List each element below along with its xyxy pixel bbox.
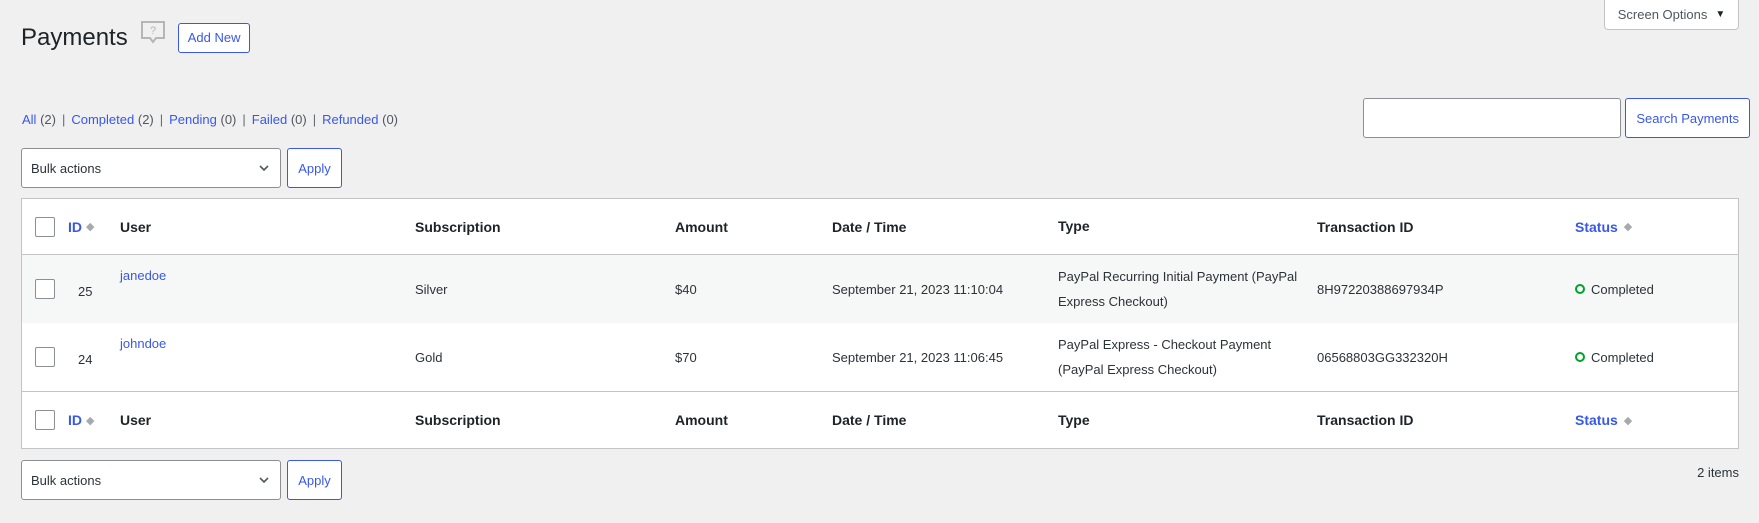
column-date: Date / Time (832, 218, 907, 235)
add-new-button[interactable]: Add New (177, 23, 251, 53)
screen-options-button[interactable]: Screen Options ▼ (1604, 0, 1739, 30)
filter-count: (0) (290, 112, 307, 127)
svg-text:?: ? (150, 25, 156, 37)
amount: $70 (675, 349, 697, 365)
column-status-sort[interactable]: Status ◆ (1575, 219, 1632, 235)
tablenav-top: Bulk actions Apply (21, 148, 342, 188)
filter-pending-link[interactable]: Pending (169, 112, 217, 127)
column-id: ID (68, 218, 82, 235)
column-status-sort[interactable]: Status ◆ (1575, 412, 1632, 428)
table-footer: ID ◆ User Subscription Amount Date / Time… (22, 391, 1738, 448)
filter-completed[interactable]: Completed (2) (71, 112, 153, 127)
transaction-id: 8H97220388697934P (1317, 281, 1444, 297)
bulk-actions-select[interactable]: Bulk actions (21, 148, 281, 188)
column-type: Type (1058, 218, 1090, 234)
apply-button[interactable]: Apply (287, 148, 342, 188)
filter-pending[interactable]: Pending (0) (169, 112, 236, 127)
filter-refunded[interactable]: Refunded (0) (322, 112, 398, 127)
column-date: Date / Time (832, 412, 907, 428)
filter-failed-link[interactable]: Failed (252, 112, 287, 127)
date-time: September 21, 2023 11:06:45 (832, 349, 1004, 365)
sort-icon: ◆ (1623, 414, 1633, 427)
separator: | (159, 112, 164, 127)
items-count: 2 items (1697, 465, 1739, 480)
bulk-actions-select[interactable]: Bulk actions (21, 460, 281, 500)
user-link[interactable]: johndoe (120, 336, 166, 351)
screen-options-label: Screen Options (1617, 7, 1708, 22)
status-badge: Completed (1575, 350, 1654, 365)
sort-icon: ◆ (1623, 221, 1633, 233)
status-filter-links: All (2) | Completed (2) | Pending (0) | … (22, 112, 398, 127)
search-box: Search Payments (1363, 98, 1750, 138)
separator: | (312, 112, 317, 127)
column-id: ID (68, 412, 82, 428)
search-payments-button[interactable]: Search Payments (1625, 98, 1750, 138)
table-header: ID ◆ User Subscription Amount Date / Time… (22, 199, 1738, 255)
filter-refunded-link[interactable]: Refunded (322, 112, 378, 127)
column-amount: Amount (675, 218, 728, 235)
column-id-sort[interactable]: ID ◆ (68, 219, 94, 235)
column-status: Status (1575, 218, 1618, 235)
payment-id: 25 (78, 283, 93, 299)
user-link[interactable]: janedoe (120, 268, 166, 283)
row-checkbox[interactable] (35, 347, 55, 367)
status-completed-icon (1575, 352, 1585, 362)
subscription: Silver (415, 281, 448, 297)
filter-completed-link[interactable]: Completed (71, 112, 134, 127)
filter-count: (2) (137, 112, 154, 127)
column-transaction-id: Transaction ID (1317, 218, 1414, 235)
sort-icon: ◆ (86, 221, 95, 233)
help-bubble-icon[interactable]: ? (140, 20, 166, 46)
separator: | (61, 112, 66, 127)
transaction-id: 06568803GG332320H (1317, 349, 1448, 365)
status-completed-icon (1575, 284, 1585, 294)
page-header: Payments ? Add New (21, 20, 251, 54)
column-amount: Amount (675, 412, 728, 428)
select-all-checkbox[interactable] (35, 410, 55, 430)
filter-all[interactable]: All (2) (22, 112, 56, 127)
amount: $40 (675, 281, 697, 297)
filter-count: (0) (220, 112, 237, 127)
filter-all-link[interactable]: All (22, 112, 36, 127)
payment-type: PayPal Express - Checkout Payment (PayPa… (1058, 337, 1272, 377)
search-input[interactable] (1363, 98, 1622, 138)
apply-button[interactable]: Apply (287, 460, 342, 500)
separator: | (242, 112, 246, 127)
date-time: September 21, 2023 11:10:04 (832, 281, 1004, 297)
payment-type: PayPal Recurring Initial Payment (PayPal… (1058, 269, 1298, 309)
status-text: Completed (1591, 281, 1654, 297)
column-status: Status (1575, 412, 1618, 428)
payment-id: 24 (78, 351, 93, 367)
payments-table: ID ◆ User Subscription Amount Date / Time… (21, 198, 1739, 449)
subscription: Gold (415, 349, 443, 365)
filter-failed[interactable]: Failed (0) (252, 112, 307, 127)
chevron-down-icon (259, 477, 269, 484)
row-checkbox[interactable] (35, 279, 55, 299)
column-subscription: Subscription (415, 412, 501, 428)
select-all-checkbox[interactable] (35, 216, 55, 237)
caret-down-icon: ▼ (1715, 9, 1726, 20)
status-text: Completed (1591, 349, 1654, 365)
table-row: 25 janedoe Silver $40 September 21, 2023… (22, 255, 1738, 323)
column-subscription: Subscription (415, 218, 501, 235)
table-row: 24 johndoe Gold $70 September 21, 2023 1… (22, 323, 1738, 391)
column-user: User (120, 218, 152, 235)
column-type: Type (1058, 411, 1090, 428)
column-id-sort[interactable]: ID ◆ (68, 412, 94, 428)
tablenav-bottom: Bulk actions Apply (21, 460, 342, 500)
status-badge: Completed (1575, 282, 1654, 297)
sort-icon: ◆ (86, 414, 95, 427)
filter-count: (2) (40, 112, 56, 127)
filter-count: (0) (382, 112, 398, 127)
bulk-actions-selected: Bulk actions (31, 472, 102, 488)
bulk-actions-selected: Bulk actions (31, 160, 102, 176)
column-transaction-id: Transaction ID (1317, 412, 1414, 428)
column-user: User (120, 412, 152, 428)
chevron-down-icon (259, 165, 269, 172)
page-title: Payments (21, 24, 128, 51)
